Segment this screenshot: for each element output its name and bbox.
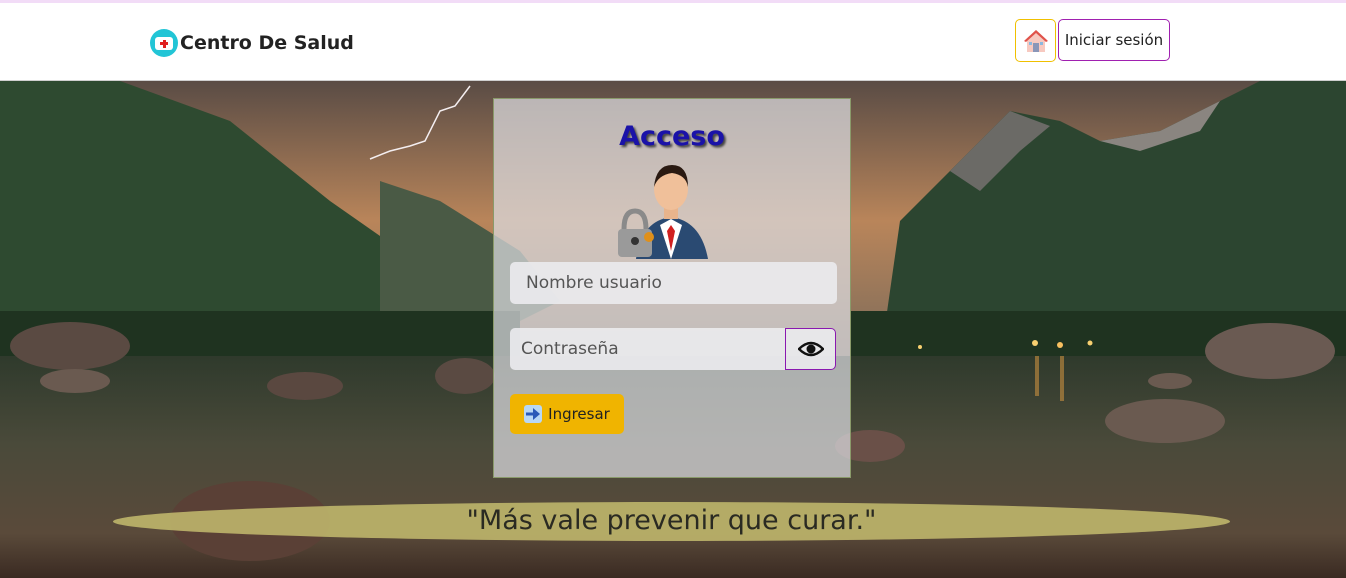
home-button[interactable] [1015,19,1056,62]
card-title: Acceso [619,121,725,152]
arrow-right-icon [524,405,543,423]
navbar: Centro De Salud Iniciar sesión [0,3,1346,81]
user-lock-avatar-icon [618,165,708,259]
toggle-password-button[interactable] [785,328,836,370]
brand[interactable]: Centro De Salud [150,29,354,57]
login-card: Acceso Ingresar [493,98,851,478]
motto-text: "Más vale prevenir que curar." [466,505,877,536]
eye-icon [797,341,824,357]
submit-button[interactable]: Ingresar [510,394,624,434]
password-input[interactable] [510,328,786,370]
login-button[interactable]: Iniciar sesión [1058,19,1170,61]
submit-label: Ingresar [548,405,610,423]
brand-title: Centro De Salud [180,32,354,54]
username-input[interactable] [510,262,837,304]
house-icon [1023,29,1048,52]
medical-kit-icon [150,29,178,57]
